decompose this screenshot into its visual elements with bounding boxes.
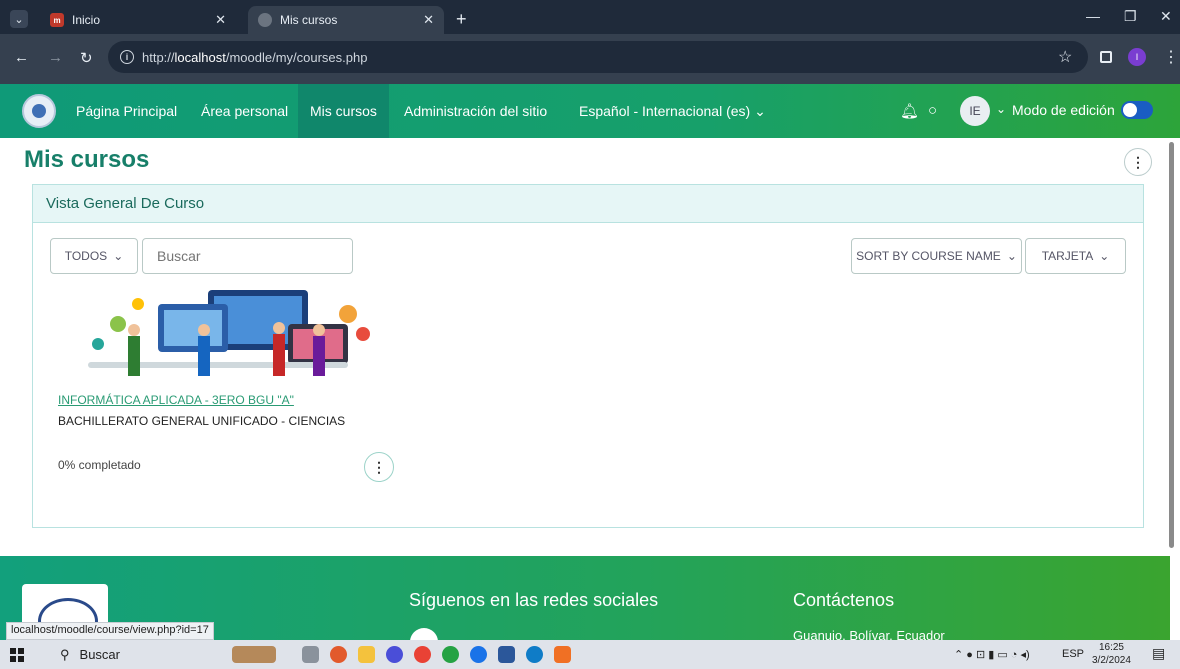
browser-toolbar: ← → ↻ i http://localhost/moodle/my/cours… bbox=[0, 34, 1180, 84]
chevron-down-icon[interactable]: ⌄ bbox=[996, 102, 1006, 116]
window-close-icon[interactable]: ✕ bbox=[1160, 8, 1172, 25]
restore-icon[interactable]: ❐ bbox=[1124, 8, 1137, 25]
page-scrollbar[interactable] bbox=[1169, 142, 1174, 548]
back-icon[interactable]: ← bbox=[14, 49, 29, 66]
firefox-icon[interactable] bbox=[330, 646, 347, 663]
chevron-down-icon: ⌄ bbox=[113, 249, 124, 263]
whatsapp-icon[interactable] bbox=[442, 646, 459, 663]
task-view-icon[interactable] bbox=[302, 646, 319, 663]
user-avatar[interactable]: IE bbox=[960, 96, 990, 126]
course-category: BACHILLERATO GENERAL UNIFICADO - CIENCIA… bbox=[58, 414, 346, 428]
close-icon[interactable]: ✕ bbox=[423, 12, 434, 28]
nav-pagina-principal[interactable]: Página Principal bbox=[64, 84, 189, 138]
course-actions-menu-icon[interactable]: ⋮ bbox=[364, 452, 394, 482]
tray-icons[interactable]: ⌃ ● ⊡ ▮ ▭ ◔ ◂) bbox=[954, 648, 1030, 661]
windows-taskbar: ⚲ Buscar ⌃ ● ⊡ ▮ ▭ ◔ ◂) ESP 16:25 3/2/20… bbox=[0, 640, 1180, 669]
taskbar-search[interactable]: ⚲ Buscar bbox=[60, 647, 120, 663]
side-panel-icon[interactable] bbox=[1100, 51, 1112, 63]
new-tab-icon[interactable]: + bbox=[456, 10, 467, 28]
filter-dropdown[interactable]: TODOS ⌄ bbox=[50, 238, 138, 274]
language-indicator[interactable]: ESP bbox=[1062, 648, 1084, 660]
page-actions-menu-icon[interactable]: ⋮ bbox=[1124, 148, 1152, 176]
address-bar[interactable]: i http://localhost/moodle/my/courses.php bbox=[108, 41, 1088, 73]
filter-label: TODOS bbox=[64, 249, 108, 263]
browser-tab-mis-cursos[interactable]: Mis cursos ✕ bbox=[248, 6, 444, 34]
search-icon: ⚲ bbox=[60, 647, 70, 662]
city-widget-icon[interactable] bbox=[232, 646, 276, 663]
taskbar-clock[interactable]: 16:25 3/2/2024 bbox=[1092, 641, 1131, 667]
footer-contact-location: Guanujo, Bolívar, Ecuador bbox=[793, 628, 945, 640]
course-search-input[interactable] bbox=[142, 238, 353, 274]
course-progress-text: 0% completado bbox=[58, 458, 141, 472]
edit-mode-toggle[interactable] bbox=[1121, 101, 1153, 119]
nav-mis-cursos[interactable]: Mis cursos bbox=[298, 84, 389, 138]
block-title: Vista General De Curso bbox=[33, 185, 1143, 223]
link-status-bar: localhost/moodle/course/view.php?id=17 bbox=[6, 622, 214, 640]
course-name-link[interactable]: INFORMÁTICA APLICADA - 3ERO BGU "A" bbox=[58, 393, 294, 407]
moodle-favicon-icon: m bbox=[50, 13, 64, 27]
sort-label: SORT BY COURSE NAME bbox=[856, 249, 1001, 263]
chrome-profile-icon[interactable] bbox=[470, 646, 487, 663]
site-logo[interactable] bbox=[22, 94, 56, 128]
word-icon[interactable] bbox=[498, 646, 515, 663]
taskbar-search-label: Buscar bbox=[79, 647, 120, 662]
bookmark-star-icon[interactable]: ☆ bbox=[1058, 47, 1072, 67]
tab-title: Inicio bbox=[72, 13, 101, 27]
minimize-icon[interactable]: — bbox=[1086, 8, 1100, 24]
notification-bell-icon[interactable]: 🔔︎ bbox=[900, 102, 919, 120]
forward-icon[interactable]: → bbox=[48, 49, 63, 66]
clock-time: 16:25 bbox=[1098, 642, 1124, 653]
file-explorer-icon[interactable] bbox=[358, 646, 375, 663]
xampp-icon[interactable] bbox=[554, 646, 571, 663]
sort-dropdown[interactable]: SORT BY COURSE NAME ⌄ bbox=[851, 238, 1022, 274]
language-menu[interactable]: Español - Internacional (es) ⌄ bbox=[567, 84, 778, 138]
browser-tab-inicio[interactable]: m Inicio ✕ bbox=[40, 6, 236, 34]
browser-menu-icon[interactable]: ⋮ bbox=[1163, 47, 1179, 67]
profile-avatar-icon[interactable]: I bbox=[1128, 48, 1146, 66]
notifications-icon[interactable]: ▤ bbox=[1152, 645, 1165, 662]
footer-social-heading: Síguenos en las redes sociales bbox=[409, 590, 659, 610]
messages-icon[interactable]: ○ bbox=[928, 102, 937, 119]
url-text: http://localhost/moodle/my/courses.php bbox=[142, 49, 368, 65]
close-icon[interactable]: ✕ bbox=[215, 12, 226, 28]
chrome-icon[interactable] bbox=[414, 646, 431, 663]
reload-icon[interactable]: ↻ bbox=[80, 49, 93, 67]
site-info-icon[interactable]: i bbox=[120, 50, 134, 64]
social-icon[interactable] bbox=[410, 628, 438, 640]
edge-icon[interactable] bbox=[526, 646, 543, 663]
page-title: Mis cursos bbox=[24, 146, 150, 173]
loading-favicon-icon bbox=[258, 13, 272, 27]
edit-mode-label: Modo de edición bbox=[1012, 102, 1115, 118]
view-label: TARJETA bbox=[1041, 249, 1094, 263]
zoom-icon[interactable] bbox=[386, 646, 403, 663]
course-image[interactable] bbox=[58, 284, 380, 384]
nav-area-personal[interactable]: Área personal bbox=[189, 84, 300, 138]
site-navbar: Página Principal Área personal Mis curso… bbox=[0, 84, 1180, 138]
chevron-down-icon: ⌄ bbox=[1006, 249, 1017, 263]
view-mode-dropdown[interactable]: TARJETA ⌄ bbox=[1025, 238, 1126, 274]
chevron-down-icon: ⌄ bbox=[1099, 249, 1110, 263]
nav-administracion[interactable]: Administración del sitio bbox=[392, 84, 559, 138]
footer-contact-heading: Contáctenos bbox=[793, 590, 895, 610]
windows-start-icon[interactable] bbox=[10, 648, 24, 662]
clock-date: 3/2/2024 bbox=[1092, 655, 1131, 666]
tab-search-icon[interactable]: ⌄ bbox=[10, 10, 28, 28]
browser-tab-strip: ⌄ m Inicio ✕ Mis cursos ✕ + — ❐ ✕ bbox=[0, 0, 1180, 34]
tab-title: Mis cursos bbox=[280, 13, 338, 27]
